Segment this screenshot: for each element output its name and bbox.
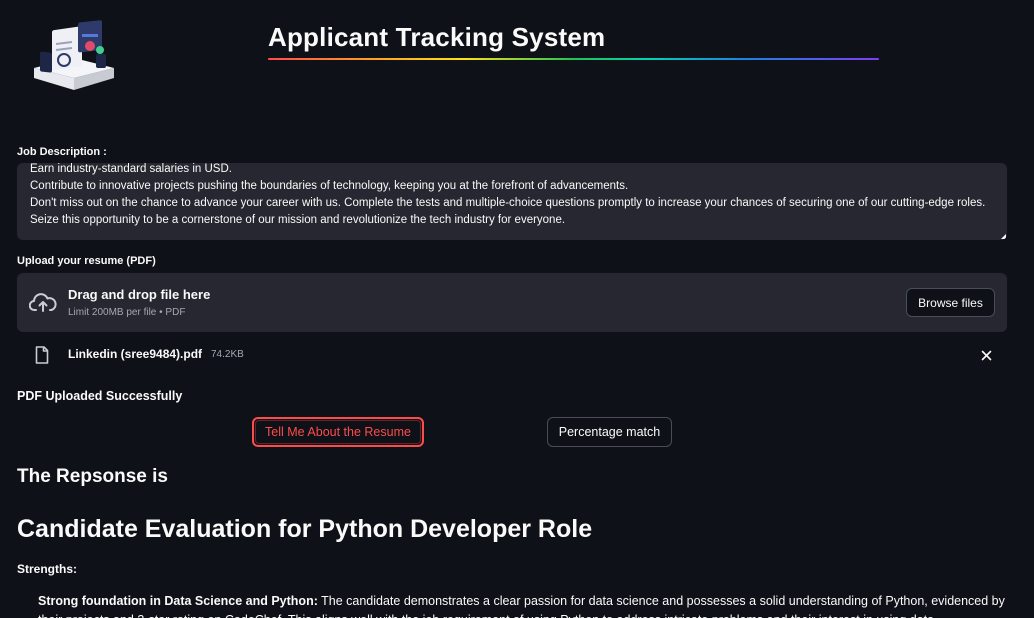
strength-item-title: Strong foundation in Data Science and Py… bbox=[38, 594, 318, 608]
job-description-line: Contribute to innovative projects pushin… bbox=[30, 180, 629, 192]
response-heading: The Repsonse is bbox=[17, 466, 168, 487]
uploaded-file-size: 74.2KB bbox=[211, 349, 244, 360]
tell-me-about-resume-button[interactable]: Tell Me About the Resume bbox=[252, 417, 424, 447]
uploaded-file-name: Linkedin (sree9484).pdf bbox=[68, 347, 203, 361]
file-dropzone[interactable]: Drag and drop file here Limit 200MB per … bbox=[17, 273, 1007, 332]
logo-illustration bbox=[34, 20, 114, 90]
upload-label: Upload your resume (PDF) bbox=[17, 255, 156, 267]
job-description-line: Don't miss out on the chance to advance … bbox=[30, 197, 986, 209]
job-description-line: Earn industry-standard salaries in USD. bbox=[30, 163, 232, 175]
job-description-text: Earn industry-standard salaries in USD. … bbox=[30, 163, 993, 229]
strength-item: Strong foundation in Data Science and Py… bbox=[38, 592, 1013, 618]
strengths-label: Strengths: bbox=[17, 562, 77, 576]
browse-files-button[interactable]: Browse files bbox=[906, 288, 995, 317]
app-page: Applicant Tracking System Job Descriptio… bbox=[0, 0, 1034, 618]
resize-handle[interactable] bbox=[1001, 234, 1006, 239]
remove-file-close-icon[interactable] bbox=[981, 350, 992, 361]
dropzone-title: Drag and drop file here bbox=[68, 287, 211, 302]
dropzone-limit-text: Limit 200MB per file • PDF bbox=[68, 307, 186, 318]
job-description-textarea[interactable]: Earn industry-standard salaries in USD. … bbox=[17, 163, 1007, 240]
job-description-line: Seize this opportunity to be a cornersto… bbox=[30, 214, 566, 226]
file-icon bbox=[35, 346, 49, 364]
cloud-upload-icon bbox=[29, 293, 57, 312]
title-divider bbox=[268, 58, 879, 60]
evaluation-title: Candidate Evaluation for Python Develope… bbox=[17, 515, 593, 543]
upload-status-message: PDF Uploaded Successfully bbox=[17, 389, 183, 403]
percentage-match-button[interactable]: Percentage match bbox=[547, 417, 672, 447]
job-description-label: Job Description : bbox=[17, 146, 107, 158]
app-title: Applicant Tracking System bbox=[268, 22, 606, 52]
